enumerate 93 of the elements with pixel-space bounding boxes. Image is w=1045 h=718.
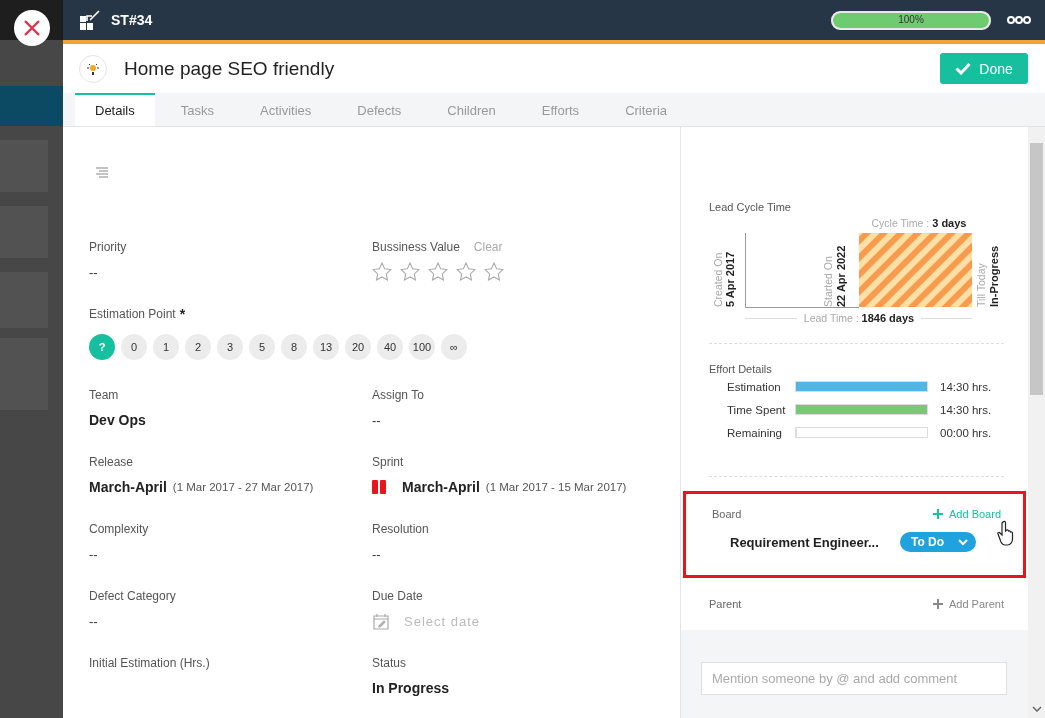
field-label: Priority xyxy=(89,240,127,254)
tab[interactable]: Criteria xyxy=(605,93,688,126)
tab[interactable]: Efforts xyxy=(521,93,600,126)
estimation-chip[interactable]: 13 xyxy=(313,334,339,360)
effort-label: Remaining xyxy=(727,426,783,439)
field-label: Initial Estimation (Hrs.) xyxy=(89,656,210,670)
comment-field[interactable]: Mention someone by @ and add comment xyxy=(701,662,1007,695)
started-date: 22 Apr 2022 xyxy=(835,245,847,307)
field-value: March-April xyxy=(89,479,167,495)
tab[interactable]: Children xyxy=(427,93,516,126)
star-icon[interactable] xyxy=(456,262,476,282)
more-button[interactable] xyxy=(1005,14,1033,26)
progress-state: In-Progress xyxy=(988,245,1000,307)
star-icon[interactable] xyxy=(428,262,448,282)
field-label: Resolution xyxy=(372,522,429,536)
item-title: Home page SEO friendly xyxy=(124,57,335,80)
effort-hours: 14:30 hrs. xyxy=(940,403,992,416)
clear-link[interactable]: Clear xyxy=(473,240,503,254)
star-icon[interactable] xyxy=(484,262,504,282)
date-picker[interactable]: Select date xyxy=(372,612,481,630)
estimation-chip[interactable]: ∞ xyxy=(441,334,467,360)
started-label: Started On xyxy=(822,256,834,307)
field-label: Assign To xyxy=(372,388,424,402)
estimation-chip[interactable]: 5 xyxy=(249,334,275,360)
board-name: Requirement Engineer... xyxy=(730,534,880,550)
field-value: March-April xyxy=(402,479,480,495)
more-icon xyxy=(1007,16,1031,24)
field-value: -- xyxy=(372,412,381,428)
estimation-chip[interactable]: 8 xyxy=(281,334,307,360)
board-edit-icon xyxy=(79,9,101,31)
field-label: Status xyxy=(372,656,407,670)
scroll-down-icon[interactable] xyxy=(1032,706,1042,712)
description-icon xyxy=(95,167,109,179)
created-date: 5 Apr 2017 xyxy=(724,251,736,307)
tab[interactable]: Activities xyxy=(240,93,332,126)
effort-hours: 00:00 hrs. xyxy=(940,426,992,439)
calendar-icon xyxy=(372,612,390,630)
field-label: Estimation Point xyxy=(89,307,176,321)
effort-label: Estimation xyxy=(727,380,782,393)
done-button[interactable]: Done xyxy=(940,53,1028,84)
estimation-chip[interactable]: 3 xyxy=(217,334,243,360)
tab[interactable]: Tasks xyxy=(160,93,234,126)
star-icon[interactable] xyxy=(400,262,420,282)
estimation-chip[interactable]: 0 xyxy=(121,334,147,360)
field-label: Due Date xyxy=(372,589,423,603)
star-icon[interactable] xyxy=(372,262,392,282)
field-label: Sprint xyxy=(372,455,404,469)
estimation-chip[interactable]: 100 xyxy=(409,334,435,360)
field-value: Dev Ops xyxy=(89,412,146,428)
caret-icon xyxy=(958,538,969,546)
item-id: ST#34 xyxy=(111,12,153,28)
required-mark: * xyxy=(179,306,186,322)
section-label: Parent xyxy=(709,598,742,610)
field-label: Complexity xyxy=(89,522,149,536)
add-board-link[interactable]: Add Board xyxy=(933,508,1001,520)
close-icon xyxy=(23,19,41,37)
tab[interactable]: Defects xyxy=(337,93,422,126)
date-range: (1 Mar 2017 - 15 Mar 2017) xyxy=(485,481,627,493)
scrollbar[interactable] xyxy=(1028,127,1045,718)
estimation-chip[interactable]: 1 xyxy=(153,334,179,360)
tab[interactable]: Details xyxy=(75,93,155,126)
field-label: Release xyxy=(89,455,134,469)
till-today-label: Till Today xyxy=(975,263,987,307)
created-label: Created On xyxy=(712,252,724,307)
field-value: -- xyxy=(89,546,98,562)
estimation-chip[interactable]: ? xyxy=(89,334,115,360)
field-value: -- xyxy=(89,613,98,629)
effort-label: Time Spent xyxy=(727,403,787,416)
field-value: -- xyxy=(89,264,98,280)
plus-icon xyxy=(932,599,943,609)
estimation-chip[interactable]: 2 xyxy=(185,334,211,360)
sprint-icon xyxy=(372,480,386,494)
field-value: -- xyxy=(372,546,381,562)
field-label: Defect Category xyxy=(89,589,176,603)
progress-reading: 100% xyxy=(897,13,925,25)
estimation-chip[interactable]: 20 xyxy=(345,334,371,360)
estimation-chip[interactable]: 40 xyxy=(377,334,403,360)
date-range: (1 Mar 2017 - 27 Mar 2017) xyxy=(172,481,314,493)
field-value: In Progress xyxy=(372,680,450,696)
section-label: Board xyxy=(712,508,742,520)
cycle-time-label: Cycle Time : 3 days xyxy=(871,217,967,229)
field-label: Team xyxy=(89,388,119,402)
section-title: Lead Cycle Time xyxy=(709,201,792,213)
section-title: Effort Details xyxy=(709,363,773,375)
status-dropdown[interactable]: To Do xyxy=(900,532,977,552)
star-rating[interactable] xyxy=(372,262,504,282)
field-label: Bussiness Value xyxy=(372,240,460,254)
check-icon xyxy=(955,62,972,75)
plus-icon xyxy=(933,509,943,519)
lead-time-label: Lead Time : 1846 days xyxy=(803,312,915,324)
add-parent-link[interactable]: Add Parent xyxy=(932,598,1004,610)
scroll-thumb[interactable] xyxy=(1030,143,1043,395)
effort-hours: 14:30 hrs. xyxy=(940,380,992,393)
